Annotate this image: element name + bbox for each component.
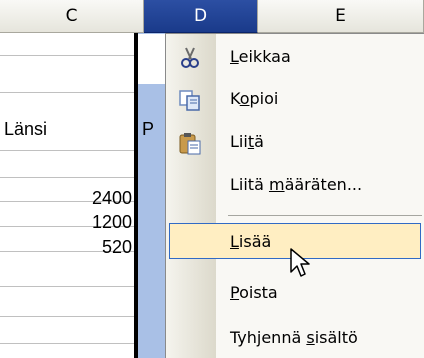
cell-value-2400[interactable]: 2400 (0, 185, 132, 211)
context-menu: Leikkaa Kopioi Liitä Liitä määräten... L… (165, 33, 424, 358)
menu-item-paste[interactable]: Liitä (166, 123, 424, 161)
mouse-cursor-icon (290, 248, 310, 278)
cell-lansi[interactable]: Länsi (4, 116, 124, 142)
paste-icon (178, 131, 202, 155)
selection-border (134, 33, 138, 358)
menu-item-cut[interactable]: Leikkaa (166, 38, 424, 76)
copy-icon (178, 88, 202, 111)
menu-item-paste-special[interactable]: Liitä määräten... (166, 166, 424, 204)
cell-partial-p[interactable]: P (142, 116, 162, 142)
menu-separator (228, 215, 422, 216)
menu-item-clear-contents[interactable]: Tyhjennä sisältö (166, 319, 424, 357)
menu-item-copy[interactable]: Kopioi (166, 80, 424, 118)
column-header-c[interactable]: C (0, 0, 144, 33)
cell-value-520[interactable]: 520 (0, 234, 132, 260)
column-header-e[interactable]: E (258, 0, 424, 33)
scissors-icon (178, 46, 202, 68)
cell-value-1200[interactable]: 1200 (0, 209, 132, 235)
column-header-d[interactable]: D (144, 0, 258, 33)
